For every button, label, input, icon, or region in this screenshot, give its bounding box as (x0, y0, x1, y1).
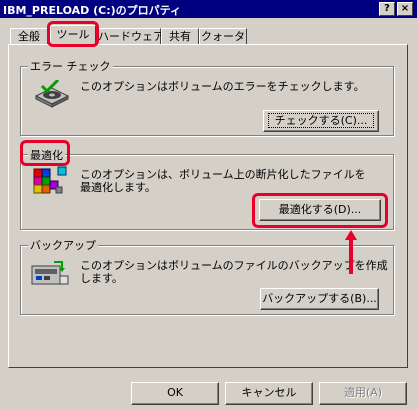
close-button[interactable]: × (397, 2, 413, 16)
disk-check-icon (34, 78, 70, 108)
tab-quota[interactable]: クォータ (199, 28, 247, 45)
backup-now-label: バックアップする(B)... (262, 292, 377, 305)
tab-label: 共有 (169, 30, 191, 43)
tab-tools[interactable]: ツール (50, 25, 96, 46)
ok-label: OK (167, 386, 183, 399)
defrag-title: 最適化 (28, 147, 65, 163)
tab-label: ツール (56, 28, 90, 41)
backup-description-1: このオプションはボリュームのファイルのバックアップを作成 (80, 259, 388, 272)
tab-general[interactable]: 全般 (10, 28, 48, 45)
error-check-title: エラー チェック (28, 58, 113, 74)
ok-button[interactable]: OK (131, 382, 219, 405)
window-title: IBM_PRELOAD (C:)のプロパティ (3, 4, 181, 17)
check-now-label: チェックする(C)... (267, 113, 375, 128)
cancel-label: キャンセル (241, 386, 297, 399)
backup-now-button[interactable]: バックアップする(B)... (260, 288, 379, 310)
defrag-description-2: 最適化します。 (80, 181, 156, 194)
backup-title: バックアップ (28, 237, 98, 253)
apply-label: 適用(A) (343, 386, 383, 399)
tab-label: 全般 (18, 30, 40, 43)
tab-hardware[interactable]: ハードウェア (97, 28, 164, 45)
title-bar: IBM_PRELOAD (C:)のプロパティ ? × (0, 0, 417, 18)
tab-label: ハードウェア (98, 30, 164, 43)
check-now-button[interactable]: チェックする(C)... (263, 110, 379, 132)
defrag-description-1: このオプションは、ボリューム上の断片化したファイルを (80, 168, 366, 181)
cancel-button[interactable]: キャンセル (225, 382, 313, 405)
defrag-icon (32, 163, 70, 197)
defragment-now-label: 最適化する(D)... (278, 203, 362, 216)
up-arrow-icon (344, 229, 358, 275)
backup-description-2: します。 (80, 272, 123, 285)
tab-sharing[interactable]: 共有 (161, 28, 199, 45)
error-check-description: このオプションはボリュームのエラーをチェックします。 (80, 80, 365, 93)
help-button[interactable]: ? (379, 2, 395, 16)
defragment-now-button[interactable]: 最適化する(D)... (259, 199, 381, 221)
backup-icon (30, 258, 70, 288)
apply-button[interactable]: 適用(A) (319, 382, 407, 405)
tab-label: クォータ (201, 30, 245, 43)
